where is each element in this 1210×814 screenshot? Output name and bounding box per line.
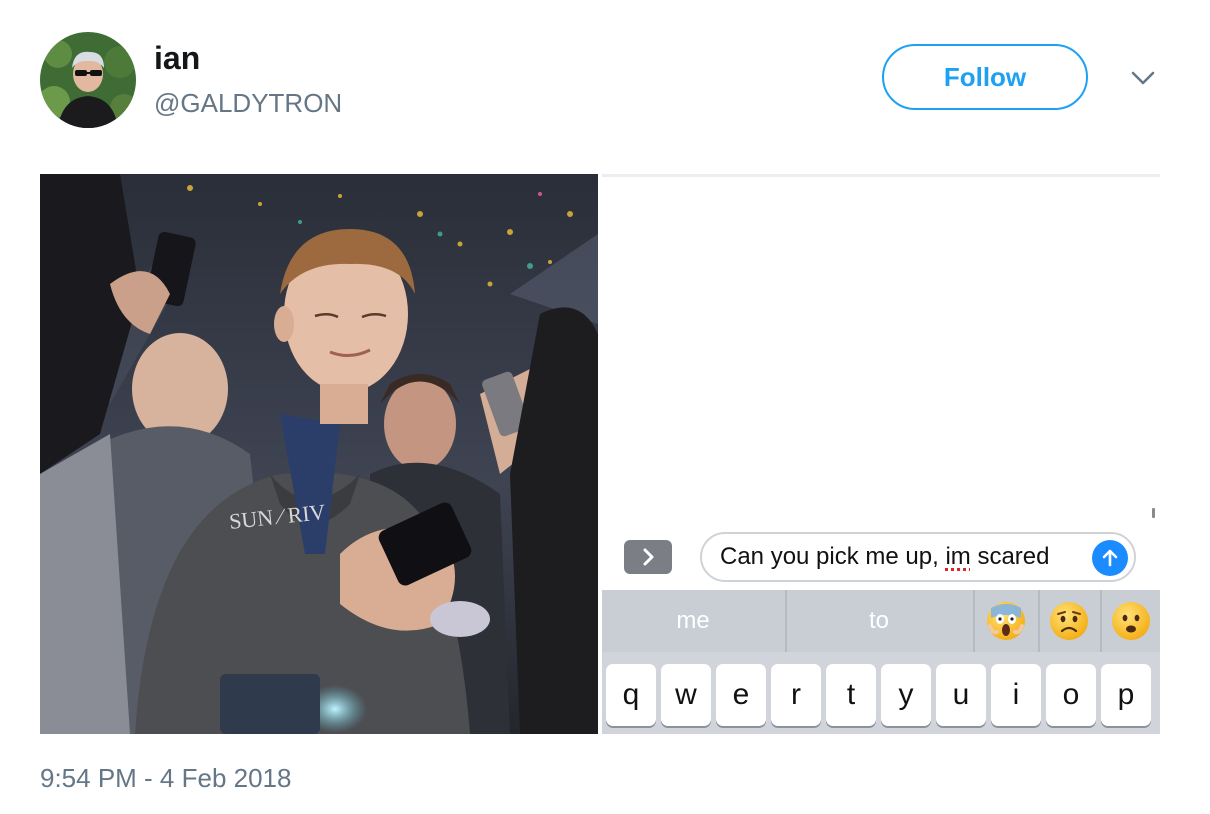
key-t[interactable]: t <box>826 664 876 726</box>
follow-button[interactable]: Follow <box>882 44 1088 110</box>
arrow-up-icon <box>1102 549 1118 567</box>
suggestion-divider <box>973 590 975 652</box>
key-w[interactable]: w <box>661 664 711 726</box>
emoji-suggestion-worried[interactable] <box>1040 590 1098 652</box>
frowning-face-icon <box>1112 602 1150 640</box>
suggestion-item[interactable]: me <box>602 590 784 652</box>
avatar[interactable] <box>40 32 136 128</box>
display-name[interactable]: ian <box>154 38 200 78</box>
key-i[interactable]: i <box>991 664 1041 726</box>
user-handle[interactable]: @GALDYTRON <box>154 86 342 120</box>
tweet-media[interactable]: SUN ⁄ RIV Can you pick me up, im scared <box>40 174 1160 734</box>
emoji-suggestion-screaming[interactable] <box>976 590 1036 652</box>
scroll-indicator <box>1152 508 1155 518</box>
tweet-timestamp[interactable]: 9:54 PM - 4 Feb 2018 <box>40 762 291 794</box>
message-text: Can you pick me up, im scared <box>720 534 1049 580</box>
key-y[interactable]: y <box>881 664 931 726</box>
imessage-screenshot[interactable]: Can you pick me up, im scared me to q w … <box>602 174 1160 734</box>
face-screaming-in-fear-icon <box>987 602 1025 640</box>
key-q[interactable]: q <box>606 664 656 726</box>
chevron-down-icon[interactable] <box>1128 66 1158 90</box>
send-button[interactable] <box>1092 540 1128 576</box>
key-u[interactable]: u <box>936 664 986 726</box>
key-r[interactable]: r <box>771 664 821 726</box>
key-o[interactable]: o <box>1046 664 1096 726</box>
photo-image: SUN ⁄ RIV <box>40 174 598 734</box>
suggestion-item[interactable]: to <box>787 590 971 652</box>
divider <box>602 174 1160 177</box>
chevron-right-icon[interactable] <box>624 540 672 574</box>
key-e[interactable]: e <box>716 664 766 726</box>
suggestion-bar: me to <box>602 590 1160 652</box>
worried-face-icon <box>1050 602 1088 640</box>
message-input[interactable]: Can you pick me up, im scared <box>700 532 1136 582</box>
photo-crowd-phone[interactable]: SUN ⁄ RIV <box>40 174 598 734</box>
emoji-suggestion-frowning[interactable] <box>1102 590 1160 652</box>
key-p[interactable]: p <box>1101 664 1151 726</box>
message-text-part: scared <box>970 543 1050 570</box>
keyboard: me to q w e r t y u i o p <box>602 590 1160 734</box>
avatar-image <box>40 32 136 128</box>
message-text-part: Can you pick me up, <box>720 543 946 570</box>
misspelled-word: im <box>945 543 971 570</box>
